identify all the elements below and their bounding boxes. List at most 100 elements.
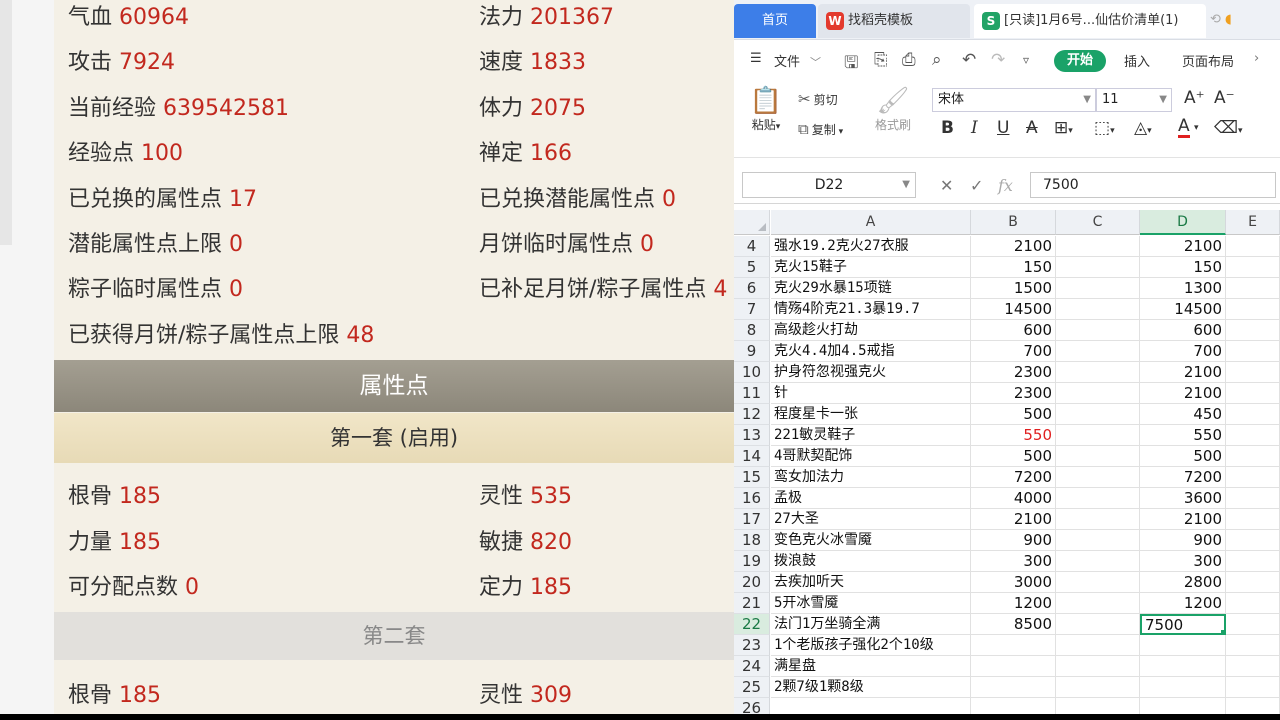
cell-c[interactable] bbox=[1056, 551, 1140, 572]
chevron-down-icon[interactable]: ▾ bbox=[1194, 123, 1199, 133]
cell-b[interactable]: 1200 bbox=[971, 593, 1056, 614]
cell-c[interactable] bbox=[1056, 530, 1140, 551]
font-color-icon[interactable]: A bbox=[1178, 118, 1190, 138]
cell-a[interactable]: 克火4.4加4.5戒指 bbox=[771, 341, 971, 362]
cell-b[interactable]: 900 bbox=[971, 530, 1056, 551]
cell-e[interactable] bbox=[1226, 236, 1280, 257]
cell-c[interactable] bbox=[1056, 362, 1140, 383]
row-header[interactable]: 14 bbox=[734, 446, 770, 467]
cell-c[interactable] bbox=[1056, 341, 1140, 362]
cell-e[interactable] bbox=[1226, 551, 1280, 572]
cell-a[interactable]: 程度星卡一张 bbox=[771, 404, 971, 425]
cell-e[interactable] bbox=[1226, 614, 1280, 635]
cell-c[interactable] bbox=[1056, 236, 1140, 257]
cell-b[interactable]: 150 bbox=[971, 257, 1056, 278]
cell-c[interactable] bbox=[1056, 278, 1140, 299]
cell-d[interactable]: 1200 bbox=[1140, 593, 1226, 614]
increase-font-icon[interactable]: A⁺ bbox=[1184, 88, 1205, 108]
cell-a[interactable]: 变色克火冰雪魇 bbox=[771, 530, 971, 551]
cell-e[interactable] bbox=[1226, 404, 1280, 425]
formula-input[interactable]: 7500 bbox=[1030, 172, 1276, 198]
chevron-down-icon[interactable]: ﹀ bbox=[810, 54, 821, 70]
cell-d[interactable]: 700 bbox=[1140, 341, 1226, 362]
cell-e[interactable] bbox=[1226, 299, 1280, 320]
cell-d[interactable]: 2800 bbox=[1140, 572, 1226, 593]
cell-d[interactable]: 900 bbox=[1140, 530, 1226, 551]
row-header[interactable]: 10 bbox=[734, 362, 770, 383]
sync-icon[interactable]: ⟲ bbox=[1210, 12, 1221, 27]
cell-d[interactable] bbox=[1140, 635, 1226, 656]
cell-b[interactable]: 2100 bbox=[971, 236, 1056, 257]
cell-a[interactable]: 221敏灵鞋子 bbox=[771, 425, 971, 446]
row-header[interactable]: 12 bbox=[734, 404, 770, 425]
cell-b[interactable]: 3000 bbox=[971, 572, 1056, 593]
cell-b[interactable]: 300 bbox=[971, 551, 1056, 572]
row-header[interactable]: 16 bbox=[734, 488, 770, 509]
cell-b[interactable]: 2100 bbox=[971, 509, 1056, 530]
border-icon[interactable]: ⊞▾ bbox=[1054, 118, 1073, 138]
cell-a[interactable]: 拨浪鼓 bbox=[771, 551, 971, 572]
cell-a[interactable]: 克火29水暴15项链 bbox=[771, 278, 971, 299]
cell-a[interactable]: 克火15鞋子 bbox=[771, 257, 971, 278]
cell-e[interactable] bbox=[1226, 677, 1280, 698]
format-painter-button[interactable]: 🖌 格式刷 bbox=[868, 86, 918, 133]
cell-b[interactable]: 2300 bbox=[971, 383, 1056, 404]
cell-b[interactable]: 600 bbox=[971, 320, 1056, 341]
print-icon[interactable]: ⎙ bbox=[902, 50, 916, 70]
cell-e[interactable] bbox=[1226, 509, 1280, 530]
row-header[interactable]: 11 bbox=[734, 383, 770, 404]
menu-icon[interactable]: ☰ bbox=[750, 51, 762, 66]
cancel-icon[interactable]: ✕ bbox=[940, 176, 953, 195]
confirm-icon[interactable]: ✓ bbox=[970, 176, 983, 195]
cell-e[interactable] bbox=[1226, 635, 1280, 656]
cell-b[interactable]: 700 bbox=[971, 341, 1056, 362]
cell-e[interactable] bbox=[1226, 278, 1280, 299]
redo-icon[interactable]: ↷ bbox=[991, 50, 1005, 70]
decrease-font-icon[interactable]: A⁻ bbox=[1214, 88, 1235, 108]
cell-a[interactable]: 5开冰雪魇 bbox=[771, 593, 971, 614]
cut-button[interactable]: ✂ 剪切 bbox=[798, 90, 838, 108]
fill-color-icon[interactable]: ◬▾ bbox=[1134, 118, 1152, 138]
cell-c[interactable] bbox=[1056, 320, 1140, 341]
row-header[interactable]: 4 bbox=[734, 236, 770, 257]
row-header[interactable]: 20 bbox=[734, 572, 770, 593]
row-header[interactable]: 13 bbox=[734, 425, 770, 446]
cell-e[interactable] bbox=[1226, 530, 1280, 551]
cell-a[interactable]: 针 bbox=[771, 383, 971, 404]
row-header[interactable]: 23 bbox=[734, 635, 770, 656]
cell-c[interactable] bbox=[1056, 677, 1140, 698]
column-header-d[interactable]: D bbox=[1140, 210, 1226, 235]
cell-a[interactable]: 情殇4阶克21.3暴19.7 bbox=[771, 299, 971, 320]
cell-b[interactable]: 7200 bbox=[971, 467, 1056, 488]
name-box[interactable]: D22 ▼ bbox=[742, 172, 916, 198]
cell-d[interactable]: 450 bbox=[1140, 404, 1226, 425]
cell-a[interactable]: 1个老版孩子强化2个10级 bbox=[771, 635, 971, 656]
font-size-select[interactable]: 11 ▼ bbox=[1096, 88, 1172, 112]
cell-d[interactable]: 150 bbox=[1140, 257, 1226, 278]
cell-e[interactable] bbox=[1226, 320, 1280, 341]
eraser-icon[interactable]: ⌫▾ bbox=[1214, 118, 1243, 138]
cell-e[interactable] bbox=[1226, 362, 1280, 383]
save-icon[interactable]: 🖫 bbox=[844, 50, 858, 79]
cell-a[interactable]: 法门1万坐骑全满 bbox=[771, 614, 971, 635]
tab-template[interactable]: W 找稻壳模板 bbox=[818, 4, 970, 38]
cell-a[interactable]: 孟极 bbox=[771, 488, 971, 509]
row-header[interactable]: 15 bbox=[734, 467, 770, 488]
cell-d[interactable] bbox=[1140, 698, 1226, 714]
cell-a[interactable] bbox=[771, 698, 971, 714]
fx-icon[interactable]: fx bbox=[998, 176, 1013, 195]
cell-a[interactable]: 去疾加听天 bbox=[771, 572, 971, 593]
cell-e[interactable] bbox=[1226, 383, 1280, 404]
customize-chevron-icon[interactable]: ▿ bbox=[1023, 53, 1029, 67]
cell-a[interactable]: 高级趁火打劫 bbox=[771, 320, 971, 341]
cell-c[interactable] bbox=[1056, 698, 1140, 714]
menu-page-layout[interactable]: 页面布局 bbox=[1182, 51, 1234, 70]
row-header[interactable]: 26 bbox=[734, 698, 770, 714]
select-all-corner[interactable] bbox=[734, 210, 770, 235]
cell-b[interactable]: 8500 bbox=[971, 614, 1056, 635]
cell-e[interactable] bbox=[1226, 656, 1280, 677]
cell-d[interactable]: 14500 bbox=[1140, 299, 1226, 320]
row-header[interactable]: 5 bbox=[734, 257, 770, 278]
cell-c[interactable] bbox=[1056, 572, 1140, 593]
row-header[interactable]: 21 bbox=[734, 593, 770, 614]
